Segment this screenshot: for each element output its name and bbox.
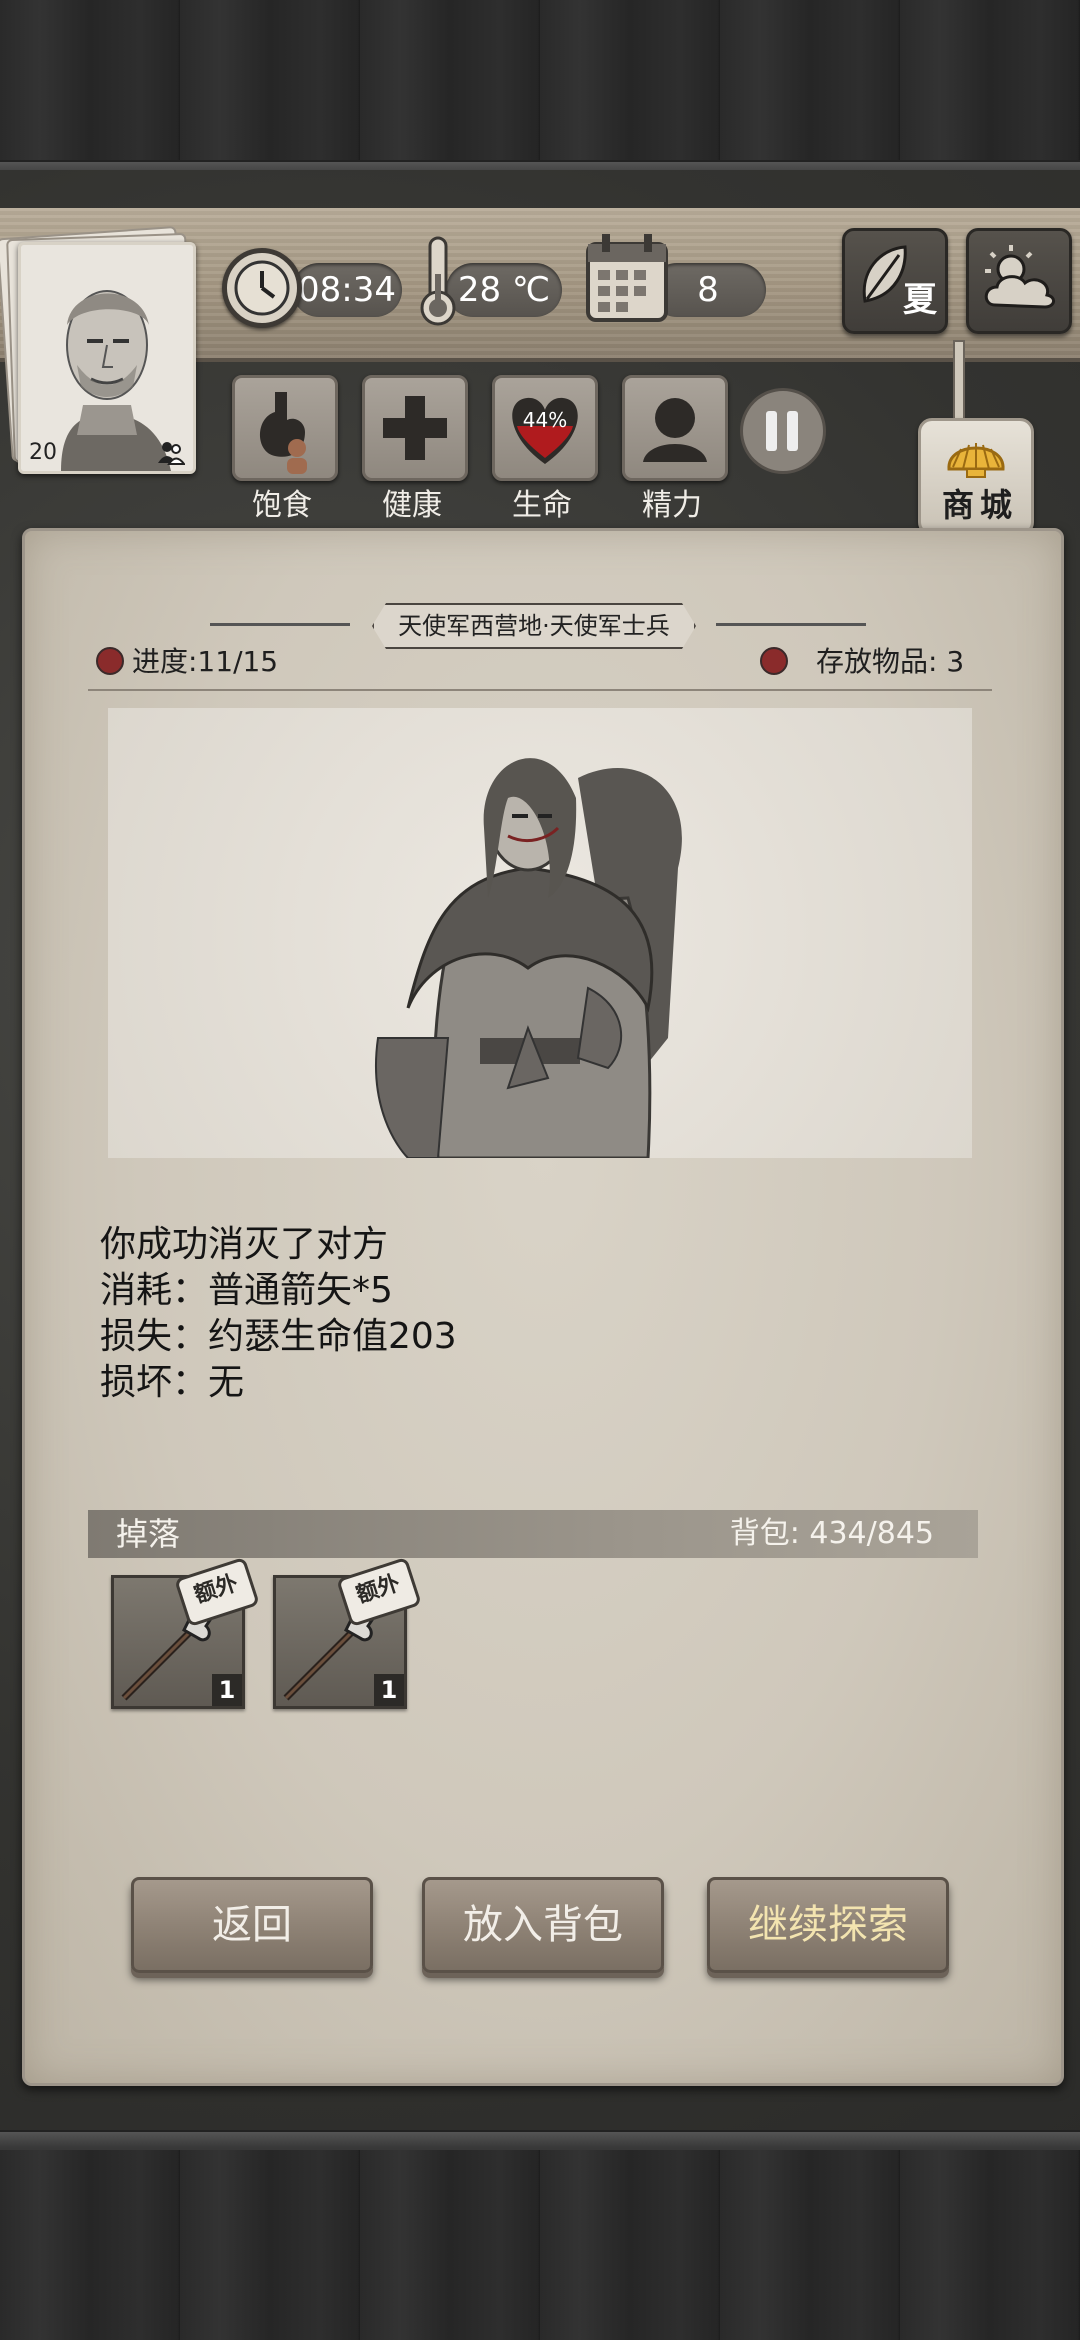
- shop-label: 商城: [941, 486, 1018, 524]
- time-value: 08:34: [298, 270, 396, 310]
- level-label: 20: [29, 440, 57, 465]
- season-button[interactable]: 夏: [842, 228, 948, 334]
- stash-button[interactable]: 放入背包: [422, 1877, 664, 1973]
- title-ornament-left: [210, 623, 350, 626]
- stat-health-label: 健康: [382, 488, 442, 523]
- stat-health-button[interactable]: [362, 375, 468, 481]
- partly-cloudy-icon: [984, 245, 1055, 309]
- character-face-icon: [21, 245, 193, 471]
- temperature-value: 28 ℃: [457, 270, 551, 310]
- location-title: 天使军西营地·天使军士兵: [372, 603, 696, 649]
- result-line: 损失：约瑟生命值203: [100, 1316, 457, 1357]
- backpack-capacity: 背包: 434/845: [729, 1516, 934, 1551]
- hourglass-icon: [96, 647, 124, 675]
- bottom-plank-background: [0, 2150, 1080, 2340]
- stat-life-button[interactable]: 44%: [492, 375, 598, 481]
- stash-icon: [760, 647, 788, 675]
- day-value: 8: [697, 270, 719, 310]
- calendar-icon: [586, 234, 668, 322]
- stored-info: 存放物品: 3: [760, 640, 964, 680]
- temperature-display: 28 ℃: [446, 263, 562, 317]
- shop-rope: [953, 340, 965, 424]
- back-button[interactable]: 返回: [131, 1877, 373, 1973]
- enemy-illustration: [108, 708, 972, 1160]
- stomach-icon: [260, 392, 307, 474]
- pause-button[interactable]: [740, 388, 826, 474]
- stored-text: 存放物品: 3: [816, 645, 965, 678]
- season-label: 夏: [903, 280, 937, 320]
- drops-label: 掉落: [116, 1515, 181, 1553]
- battle-result: 你成功消灭了对方 消耗：普通箭矢*5 损失：约瑟生命值203 损坏：无: [100, 1222, 457, 1406]
- result-line: 消耗：普通箭矢*5: [100, 1270, 393, 1311]
- shell-icon: [947, 443, 1005, 478]
- stat-satiety-button[interactable]: [232, 375, 338, 481]
- stat-energy-button[interactable]: [622, 375, 728, 481]
- result-line: 损坏：无: [100, 1362, 245, 1403]
- thermometer-icon: [420, 236, 456, 326]
- person-icon: [643, 398, 707, 462]
- time-display: 08:34: [292, 263, 402, 317]
- divider: [88, 689, 992, 691]
- angel-soldier-figure: [375, 758, 682, 1160]
- progress-info: 进度:11/15: [96, 640, 278, 680]
- clock-icon: [222, 248, 302, 328]
- group-icon: [158, 442, 185, 465]
- stat-life-label: 生命: [512, 488, 572, 523]
- stat-energy-label: 精力: [642, 488, 702, 523]
- continue-explore-button[interactable]: 继续探索: [707, 1877, 949, 1973]
- item-quantity: 1: [212, 1674, 242, 1706]
- stat-satiety-label: 饱食: [252, 488, 312, 523]
- top-plank-background: [0, 0, 1080, 170]
- title-ornament-right: [716, 623, 866, 626]
- medical-cross-icon: [383, 396, 447, 460]
- drops-header: 掉落 背包: 434/845: [88, 1510, 978, 1558]
- result-line: 你成功消灭了对方: [100, 1224, 389, 1265]
- progress-text: 进度:11/15: [132, 645, 279, 678]
- character-portrait[interactable]: 20: [18, 242, 196, 474]
- item-quantity: 1: [374, 1674, 404, 1706]
- life-percent: 44%: [522, 408, 568, 432]
- weather-button[interactable]: [966, 228, 1072, 334]
